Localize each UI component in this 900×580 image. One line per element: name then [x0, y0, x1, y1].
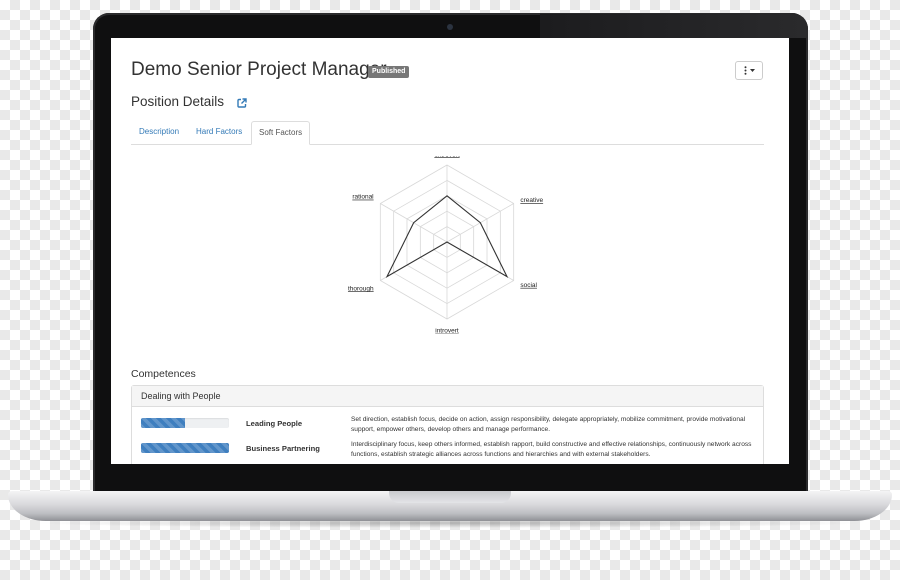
tab-soft-factors[interactable]: Soft Factors: [251, 121, 311, 145]
competence-name: Leading People: [246, 419, 303, 428]
competence-level-bar: [141, 443, 229, 453]
radar-axis-label: extrovert: [434, 156, 459, 158]
bezel-glare: [540, 14, 807, 38]
status-badge: Published: [368, 66, 410, 78]
app-screen: Demo Senior Project Manager Published Po…: [111, 38, 789, 464]
page-title: Demo Senior Project Manager: [131, 59, 387, 80]
caret-down-icon: [749, 69, 755, 72]
tab-bar: Description Hard Factors Soft Factors: [131, 121, 764, 145]
competence-row: Business Partnering Interdisciplinary fo…: [132, 440, 763, 462]
competence-level-fill: [141, 418, 185, 428]
competence-name: Business Partnering: [246, 444, 320, 453]
section-title: Position Details: [131, 94, 225, 109]
competence-description: Interdisciplinary focus, keep others inf…: [351, 441, 752, 458]
tab-description[interactable]: Description: [139, 121, 179, 143]
options-button[interactable]: [735, 61, 763, 80]
vertical-ellipsis-icon: [744, 66, 746, 75]
radar-axis-label: thorough: [348, 285, 374, 292]
radar-axis-label: introvert: [435, 328, 459, 334]
competence-row: Leading People Set direction, establish …: [132, 415, 763, 437]
competence-panel: Dealing with People Leading People Set d…: [131, 385, 764, 464]
laptop-notch: [389, 491, 511, 503]
radar-axis-label: rational: [352, 194, 374, 201]
camera-dot: [447, 24, 453, 30]
competence-group-heading: Dealing with People: [132, 386, 763, 407]
competence-description: Set direction, establish focus, decide o…: [351, 416, 746, 433]
tab-hard-factors[interactable]: Hard Factors: [196, 121, 242, 143]
competence-level-fill: [141, 443, 229, 453]
radar-axis-label: social: [520, 282, 537, 289]
competence-level-bar: [141, 418, 229, 428]
competences-title: Competences: [131, 368, 196, 380]
radar-axis-label: creative: [520, 197, 543, 204]
soft-factors-radar-chart: extrovert creative social introvert thorough…: [348, 156, 544, 334]
external-link-icon[interactable]: [237, 98, 247, 108]
